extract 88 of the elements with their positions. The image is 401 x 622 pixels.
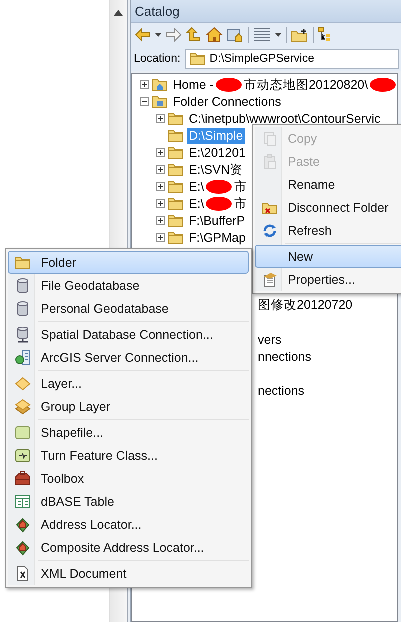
expand-icon[interactable]: [156, 233, 164, 242]
menu-item[interactable]: Toolbox: [8, 467, 249, 490]
tree-item[interactable]: 市动态地图20120820\: [242, 76, 370, 92]
folder-icon: [168, 214, 184, 228]
menu-item[interactable]: XML Document: [8, 562, 249, 585]
layers-icon: [15, 398, 31, 414]
location-label: Location:: [134, 53, 181, 65]
menu-item[interactable]: Properties...: [255, 268, 401, 291]
redaction-mark: [216, 78, 242, 92]
expand-icon[interactable]: [156, 148, 164, 157]
redaction-mark: [206, 180, 232, 194]
dropdown-caret-icon[interactable]: [155, 33, 162, 37]
xml-file-icon: [15, 566, 31, 582]
menu-item[interactable]: Folder: [8, 251, 249, 274]
folder-icon: [168, 162, 184, 176]
tree-item[interactable]: E:\: [187, 178, 206, 194]
menu-item[interactable]: Composite Address Locator...: [8, 536, 249, 559]
location-field[interactable]: D:\SimpleGPService: [184, 49, 399, 69]
collapse-icon[interactable]: [140, 97, 148, 106]
menu-item[interactable]: ArcGIS Server Connection...: [8, 346, 249, 369]
redaction-mark: [370, 78, 396, 92]
table-icon: [15, 494, 31, 510]
tree-item[interactable]: 市: [232, 196, 250, 212]
refresh-icon: [262, 222, 278, 238]
menu-item[interactable]: Rename: [255, 173, 401, 196]
line-feature-icon: [15, 448, 31, 464]
folder-icon: [190, 52, 206, 66]
tree-item[interactable]: Home -: [171, 76, 216, 92]
menu-item[interactable]: Shapefile...: [8, 421, 249, 444]
home-folder-icon: [152, 78, 168, 92]
dropdown-caret-icon[interactable]: [275, 33, 282, 37]
tree-item[interactable]: F:\GPMap: [187, 230, 248, 246]
folder-icon: [168, 180, 184, 194]
house-pin-icon: [15, 516, 31, 532]
folder-connections-icon: [152, 94, 168, 108]
paste-icon: [262, 154, 278, 170]
menu-item[interactable]: File Geodatabase: [8, 274, 249, 297]
menu-item[interactable]: Turn Feature Class...: [8, 444, 249, 467]
tree-item[interactable]: F:\BufferP: [187, 212, 248, 228]
rectangle-icon: [15, 424, 31, 440]
menu-item[interactable]: Disconnect Folder: [255, 196, 401, 219]
tree-item[interactable]: E:\201201: [187, 144, 248, 160]
expand-icon[interactable]: [156, 114, 164, 123]
expand-icon[interactable]: [140, 80, 148, 89]
menu-item[interactable]: Group Layer: [8, 395, 249, 418]
copy-icon: [262, 130, 278, 146]
menu-item[interactable]: New: [255, 245, 401, 268]
expand-icon[interactable]: [156, 182, 164, 191]
panel-title: Catalog: [131, 0, 401, 23]
scroll-up-icon[interactable]: [114, 10, 123, 16]
menu-item[interactable]: Refresh: [255, 219, 401, 242]
folder-icon: [168, 196, 184, 210]
database-network-icon: [15, 326, 31, 342]
folder-icon: [168, 230, 184, 244]
expand-icon[interactable]: [156, 216, 164, 225]
tree-item[interactable]: nections: [258, 384, 305, 398]
folder-icon: [15, 254, 31, 270]
server-globe-icon: [15, 350, 31, 366]
folder-icon: [168, 128, 184, 142]
properties-icon: [262, 272, 278, 288]
tree-item[interactable]: C:\inetpub\wwwroot\ContourServic: [187, 110, 383, 126]
tree-item[interactable]: E:\SVN资: [187, 162, 245, 178]
list-view-icon[interactable]: [253, 28, 271, 42]
tree-item[interactable]: nnections: [258, 350, 312, 364]
redaction-mark: [206, 196, 232, 210]
folder-icon: [168, 112, 184, 126]
expand-icon[interactable]: [156, 199, 164, 208]
expand-icon[interactable]: [156, 165, 164, 174]
tree-item[interactable]: 市: [232, 178, 250, 194]
database-icon: [15, 278, 31, 294]
menu-item[interactable]: Personal Geodatabase: [8, 297, 249, 320]
tree-item[interactable]: E:\: [187, 196, 206, 212]
database-icon: [15, 300, 31, 316]
menu-item[interactable]: Address Locator...: [8, 513, 249, 536]
toolbox-icon: [15, 470, 31, 486]
tree-item[interactable]: vers: [258, 332, 282, 346]
home-icon[interactable]: [206, 27, 223, 43]
menu-item[interactable]: Spatial Database Connection...: [8, 323, 249, 346]
diamond-icon: [15, 376, 31, 392]
house-pin-icon: [15, 540, 31, 556]
new-folder-icon[interactable]: [291, 28, 309, 42]
up-arrow-icon[interactable]: [186, 27, 202, 43]
folder-icon: [168, 146, 184, 160]
menu-item[interactable]: Layer...: [8, 372, 249, 395]
tree-item[interactable]: 图修改20120720: [258, 297, 353, 314]
menu-item[interactable]: dBASE Table: [8, 490, 249, 513]
connect-folder-icon[interactable]: [227, 27, 244, 43]
tree-item[interactable]: Folder Connections: [171, 94, 284, 110]
